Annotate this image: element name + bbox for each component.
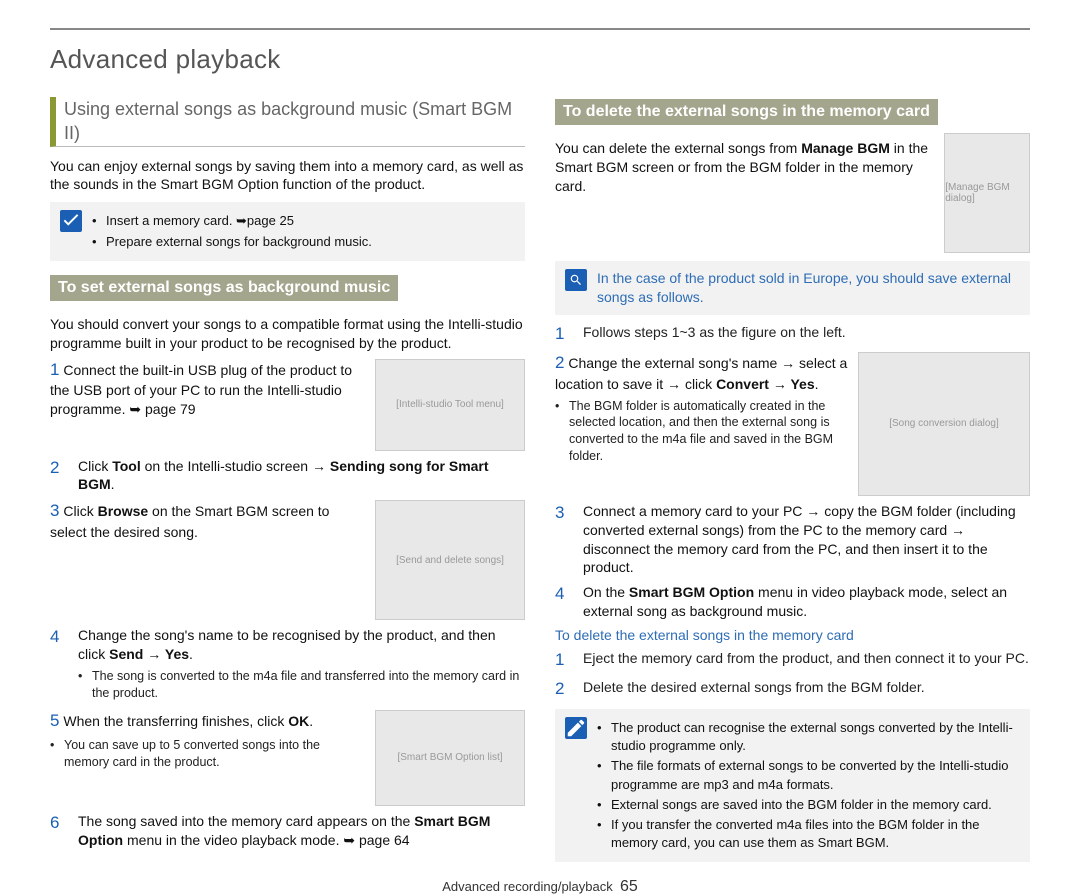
subheading-smart-bgm: Using external songs as background music… bbox=[50, 97, 525, 147]
step-5: 5 When the transferring finishes, click … bbox=[50, 710, 525, 806]
step-5-note: You can save up to 5 converted songs int… bbox=[50, 737, 365, 771]
eu-step-1: 1 Follows steps 1~3 as the figure on the… bbox=[555, 323, 1030, 346]
left-column: Using external songs as background music… bbox=[50, 93, 525, 870]
note-item: The product can recognise the external s… bbox=[597, 719, 1020, 755]
screenshot-manage-bgm: [Manage BGM dialog] bbox=[944, 133, 1030, 253]
europe-note: In the case of the product sold in Europ… bbox=[597, 269, 1020, 307]
eu-step-2: 2 Change the external song's name → sele… bbox=[555, 352, 1030, 496]
notes-infobox: The product can recognise the external s… bbox=[555, 709, 1030, 862]
note-icon bbox=[565, 717, 587, 739]
screenshot-song-conversion: [Song conversion dialog] bbox=[858, 352, 1030, 496]
eu-step-2-note: The BGM folder is automatically created … bbox=[555, 398, 848, 466]
set-intro: You should convert your songs to a compa… bbox=[50, 315, 525, 353]
delete2-heading: To delete the external songs in the memo… bbox=[555, 627, 1030, 643]
set-heading: To set external songs as background musi… bbox=[50, 275, 398, 301]
note-item: The file formats of external songs to be… bbox=[597, 757, 1020, 793]
eu-step-3: 3 Connect a memory card to your PC → cop… bbox=[555, 502, 1030, 578]
del2-step-1: 1Eject the memory card from the product,… bbox=[555, 649, 1030, 672]
intro-text: You can enjoy external songs by saving t… bbox=[50, 157, 525, 195]
delete-heading: To delete the external songs in the memo… bbox=[555, 99, 938, 125]
delete-intro: You can delete the external songs from M… bbox=[555, 139, 934, 196]
eu-step-4: 4 On the Smart BGM Option menu in video … bbox=[555, 583, 1030, 621]
check-icon bbox=[60, 210, 82, 232]
prep-item: Prepare external songs for background mu… bbox=[92, 233, 515, 251]
page-title: Advanced playback bbox=[50, 44, 1030, 75]
prep-item: Insert a memory card. ➥page 25 bbox=[92, 212, 515, 230]
step-4: 4 Change the song's name to be recognise… bbox=[50, 626, 525, 704]
note-item: External songs are saved into the BGM fo… bbox=[597, 796, 1020, 814]
magnify-icon bbox=[565, 269, 587, 291]
step-3: 3 Click Browse on the Smart BGM screen t… bbox=[50, 500, 525, 620]
screenshot-tool-menu: [Intelli-studio Tool menu] bbox=[375, 359, 525, 451]
step-2: 2 Click Tool on the Intelli-studio scree… bbox=[50, 457, 525, 495]
page-footer: Advanced recording/playback 65 bbox=[50, 878, 1030, 896]
page-rule bbox=[50, 28, 1030, 30]
step-1: 1 Connect the built-in USB plug of the p… bbox=[50, 359, 525, 451]
note-item: If you transfer the converted m4a files … bbox=[597, 816, 1020, 852]
right-column: To delete the external songs in the memo… bbox=[555, 93, 1030, 870]
europe-infobox: In the case of the product sold in Europ… bbox=[555, 261, 1030, 315]
del2-step-2: 2Delete the desired external songs from … bbox=[555, 678, 1030, 701]
step-4-note: The song is converted to the m4a file an… bbox=[78, 668, 525, 702]
screenshot-send-dialog: [Send and delete songs] bbox=[375, 500, 525, 620]
screenshot-bgm-option-list: [Smart BGM Option list] bbox=[375, 710, 525, 806]
prep-infobox: Insert a memory card. ➥page 25 Prepare e… bbox=[50, 202, 525, 260]
step-6: 6 The song saved into the memory card ap… bbox=[50, 812, 525, 850]
